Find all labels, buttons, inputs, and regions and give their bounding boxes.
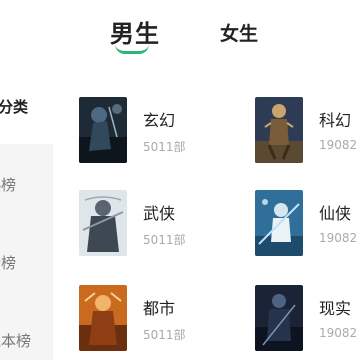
urban-cover-icon — [79, 285, 127, 351]
category-count: 19082 — [319, 231, 358, 245]
wuxia-cover-icon — [79, 190, 127, 256]
category-card-xianxia[interactable]: 仙侠 19082 — [255, 190, 360, 260]
category-name: 科幻 — [319, 111, 352, 130]
sidebar-item-completed[interactable]: 完本榜 — [0, 330, 31, 351]
tab-female[interactable]: 女生 — [220, 19, 258, 46]
sidebar-header[interactable]: 分类 — [0, 96, 56, 117]
active-tab-indicator — [115, 44, 149, 54]
category-name: 玄幻 — [143, 111, 176, 130]
category-name: 仙侠 — [319, 204, 352, 223]
category-card-reality[interactable]: 现实 19082 — [255, 285, 360, 355]
sidebar-item-new[interactable]: 新榜 — [0, 252, 16, 273]
reality-cover-icon — [255, 285, 303, 351]
category-name: 武侠 — [143, 204, 176, 223]
gender-tab-bar: 男生 女生 — [0, 0, 360, 70]
category-sidebar: 分类 热榜 新榜 完本榜 — [0, 70, 56, 360]
category-count: 5011部 — [143, 140, 186, 154]
category-name: 都市 — [143, 299, 176, 318]
sidebar-list: 热榜 新榜 完本榜 — [0, 144, 53, 360]
fantasy-cover-icon — [79, 97, 127, 163]
sidebar-item-hot[interactable]: 热榜 — [0, 174, 16, 195]
category-card-fantasy[interactable]: 玄幻 5011部 — [79, 97, 219, 167]
category-count: 5011部 — [143, 233, 186, 247]
category-count: 5011部 — [143, 328, 186, 342]
category-count: 19082 — [319, 326, 358, 340]
scifi-cover-icon — [255, 97, 303, 163]
category-count: 19082 — [319, 138, 358, 152]
sidebar-header-label: 分类 — [0, 98, 29, 116]
category-name: 现实 — [319, 299, 352, 318]
category-card-scifi[interactable]: 科幻 19082 — [255, 97, 360, 167]
category-card-urban[interactable]: 都市 5011部 — [79, 285, 219, 355]
category-card-wuxia[interactable]: 武侠 5011部 — [79, 190, 219, 260]
xianxia-cover-icon — [255, 190, 303, 256]
